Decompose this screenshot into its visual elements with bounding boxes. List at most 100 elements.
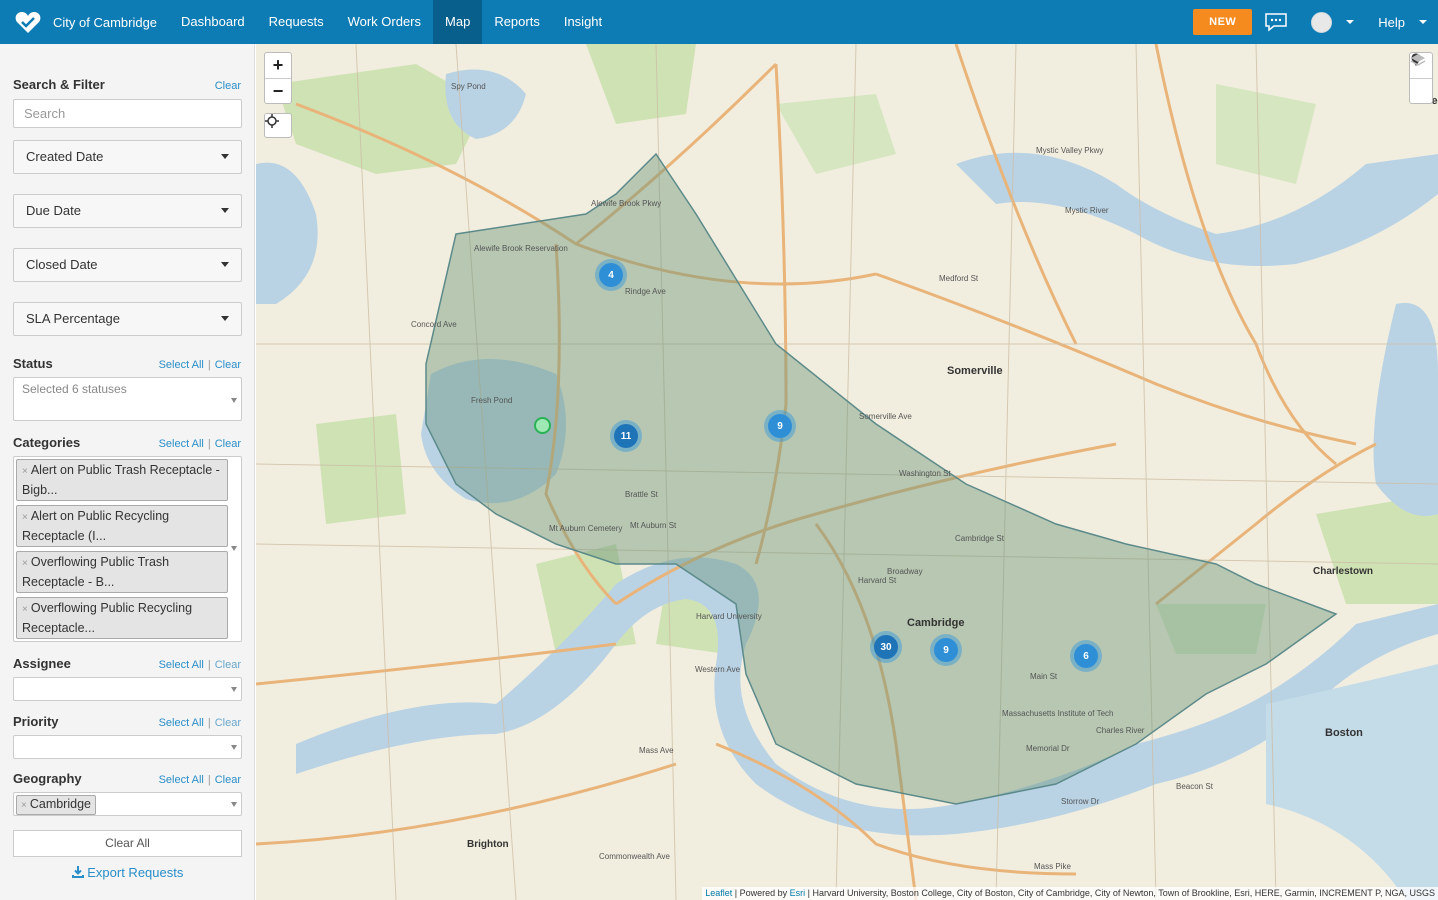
geography-clear-link[interactable]: Clear — [215, 774, 241, 786]
priority-select[interactable] — [13, 735, 242, 759]
geography-tag-label: Cambridge — [29, 797, 91, 811]
category-tag-label: Alert on Public Recycling Receptacle (I.… — [22, 509, 170, 543]
export-requests-link[interactable]: Export Requests — [0, 865, 255, 880]
request-cluster[interactable]: 11 — [610, 420, 642, 452]
remove-tag-icon[interactable]: × — [22, 558, 28, 569]
heart-logo-icon[interactable] — [13, 7, 43, 37]
place-label-brighton: Brighton — [467, 839, 509, 850]
export-requests-label: Export Requests — [87, 865, 184, 880]
basemap — [256, 44, 1438, 900]
nav-insight[interactable]: Insight — [552, 0, 614, 44]
locate-button[interactable] — [264, 113, 292, 138]
closed-date-dropdown[interactable]: Closed Date — [13, 248, 242, 282]
map-label: Mystic River — [1065, 206, 1109, 215]
status-clear-link[interactable]: Clear — [215, 359, 241, 371]
attribution-text: | Powered by — [732, 888, 790, 898]
due-date-dropdown[interactable]: Due Date — [13, 194, 242, 228]
status-multiselect[interactable]: Selected 6 statuses — [13, 377, 242, 421]
zoom-out-button[interactable]: − — [265, 78, 291, 103]
priority-select-all-link[interactable]: Select All — [159, 717, 204, 729]
map-label: Medford St — [939, 274, 979, 283]
geography-multiselect[interactable]: × Cambridge — [13, 792, 242, 816]
layers-button[interactable] — [1410, 54, 1432, 103]
assignee-clear-link[interactable]: Clear — [215, 659, 241, 671]
request-cluster[interactable]: 4 — [595, 259, 627, 291]
place-label-cambridge: Cambridge — [907, 617, 965, 629]
category-tag-label: Overflowing Public Recycling Receptacle.… — [22, 601, 193, 635]
category-tag[interactable]: × Alert on Public Recycling Receptacle (I… — [16, 505, 228, 547]
map-label: Storrow Dr — [1061, 797, 1100, 806]
search-filter-title: Search & Filter — [13, 77, 105, 92]
avatar[interactable] — [1311, 11, 1333, 33]
app-name[interactable]: City of Cambridge — [53, 15, 157, 30]
sla-percentage-dropdown[interactable]: SLA Percentage — [13, 302, 242, 336]
layers-icon — [1410, 54, 1426, 66]
categories-select-all-link[interactable]: Select All — [159, 438, 204, 450]
created-date-label: Created Date — [26, 149, 104, 164]
remove-tag-icon[interactable]: × — [22, 466, 28, 477]
categories-clear-link[interactable]: Clear — [215, 438, 241, 450]
nav-work-orders[interactable]: Work Orders — [336, 0, 433, 44]
clear-all-button[interactable]: Clear All — [13, 830, 242, 857]
nav-reports[interactable]: Reports — [482, 0, 552, 44]
remove-tag-icon[interactable]: × — [22, 512, 28, 523]
search-input[interactable]: Search — [13, 99, 242, 128]
due-date-label: Due Date — [26, 203, 81, 218]
map-label: Harvard St — [858, 576, 897, 585]
cluster-count: 9 — [768, 414, 792, 438]
user-menu-chevron-icon[interactable] — [1346, 20, 1355, 24]
chat-icon[interactable] — [1264, 12, 1288, 32]
map-label: Broadway — [887, 567, 923, 576]
nav-requests[interactable]: Requests — [257, 0, 336, 44]
request-cluster[interactable]: 9 — [930, 634, 962, 666]
remove-tag-icon[interactable]: × — [22, 604, 28, 615]
chevron-down-icon — [221, 208, 229, 213]
map-label: Alewife Brook Reservation — [474, 244, 568, 253]
geography-tag[interactable]: × Cambridge — [16, 795, 96, 815]
assignee-select-all-link[interactable]: Select All — [159, 659, 204, 671]
chevron-down-icon — [231, 546, 237, 551]
category-tag[interactable]: × Overflowing Public Trash Receptacle - B… — [16, 551, 228, 593]
map-canvas[interactable]: Somerville Cambridge Charlestown Boston … — [256, 44, 1438, 900]
category-tag[interactable]: × Alert on Public Trash Receptacle - Bigb… — [16, 459, 228, 501]
map-label: Washington St — [899, 469, 951, 478]
leaflet-link[interactable]: Leaflet — [705, 888, 732, 898]
request-cluster[interactable]: 30 — [870, 631, 902, 663]
geography-select-all-link[interactable]: Select All — [159, 774, 204, 786]
map-attribution: Leaflet | Powered by Esri | Harvard Univ… — [702, 887, 1438, 900]
category-tag[interactable]: × Overflowing Public Recycling Receptacle… — [16, 597, 228, 639]
remove-tag-icon[interactable]: × — [21, 800, 27, 811]
chevron-down-icon — [221, 262, 229, 267]
cluster-count: 4 — [599, 263, 623, 287]
chevron-down-icon — [231, 802, 237, 807]
assignee-select[interactable] — [13, 677, 242, 701]
priority-clear-link[interactable]: Clear — [215, 717, 241, 729]
top-nav: City of Cambridge Dashboard Requests Wor… — [0, 0, 1438, 44]
help-chevron-icon[interactable] — [1419, 20, 1427, 24]
map-label: Main St — [1030, 672, 1058, 681]
map-label: Commonwealth Ave — [599, 852, 670, 861]
zoom-in-button[interactable]: + — [265, 53, 291, 78]
status-title: Status — [13, 356, 53, 371]
status-select-all-link[interactable]: Select All — [159, 359, 204, 371]
request-cluster[interactable]: 9 — [764, 410, 796, 442]
nav-dashboard[interactable]: Dashboard — [169, 0, 257, 44]
map-label: Mass Pike — [1034, 862, 1071, 871]
esri-link[interactable]: Esri — [790, 888, 806, 898]
map-label: Fresh Pond — [471, 396, 513, 405]
clear-filters-link[interactable]: Clear — [215, 80, 241, 92]
categories-multiselect[interactable]: × Alert on Public Trash Receptacle - Bigb… — [13, 456, 242, 642]
assignee-title: Assignee — [13, 656, 71, 671]
request-cluster[interactable]: 6 — [1070, 640, 1102, 672]
cluster-count: 9 — [934, 638, 958, 662]
help-menu[interactable]: Help — [1378, 15, 1405, 30]
created-date-dropdown[interactable]: Created Date — [13, 140, 242, 174]
new-button[interactable]: NEW — [1193, 9, 1253, 35]
nav-map[interactable]: Map — [433, 0, 483, 44]
category-tag-label: Overflowing Public Trash Receptacle - B.… — [22, 555, 170, 589]
map-label: Cambridge St — [955, 534, 1004, 543]
request-marker[interactable] — [534, 417, 551, 434]
map-label: Charles River — [1096, 726, 1145, 735]
chevron-down-icon — [221, 316, 229, 321]
map-label: Memorial Dr — [1026, 744, 1070, 753]
